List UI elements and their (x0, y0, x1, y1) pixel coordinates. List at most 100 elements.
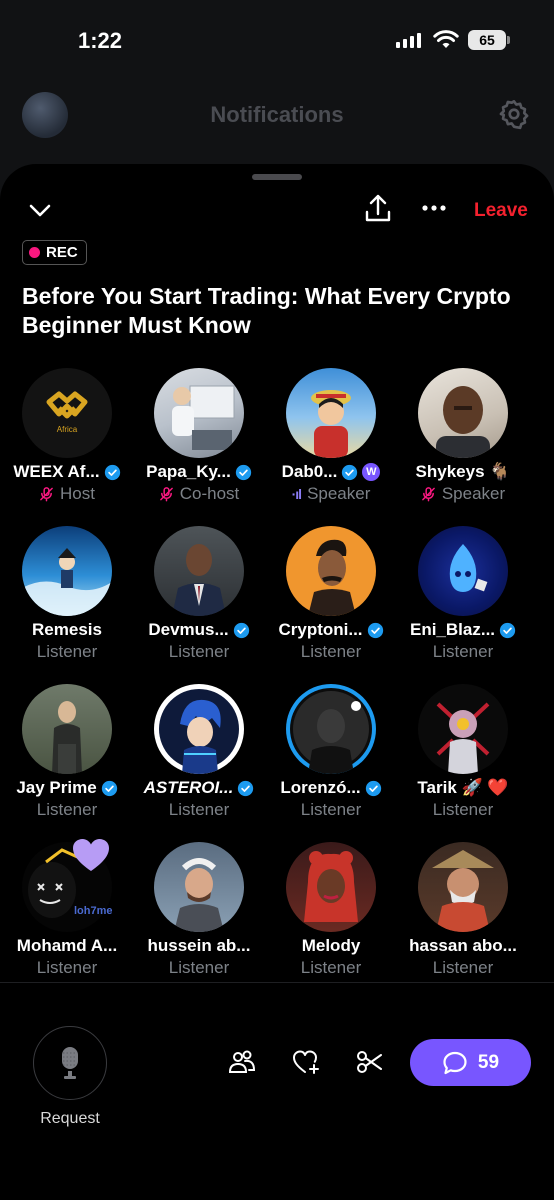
participant-role: Listener (168, 642, 230, 661)
verified-badge-icon (365, 780, 381, 796)
participant-card[interactable]: hussein ab... Listener (132, 842, 266, 982)
participant-role: Listener (300, 800, 362, 819)
participant-name-row: Dab0... W (264, 462, 398, 482)
participant-name: WEEX Af... (13, 462, 100, 481)
participant-name: Shykeys 🐐 (415, 462, 511, 481)
participant-name-row: Lorenzó... (264, 778, 398, 798)
participant-name: Remesis (32, 620, 102, 639)
participant-role-row: Listener (132, 958, 266, 978)
comments-count: 59 (477, 1051, 500, 1073)
avatar (286, 842, 376, 932)
participant-role-row: Listener (264, 958, 398, 978)
participant-card[interactable]: Dab0... W ·ıl Speaker (264, 368, 398, 508)
verified-badge-icon (104, 464, 120, 480)
participant-name-row: hussein ab... (132, 936, 266, 956)
share-icon[interactable] (364, 192, 392, 224)
participant-card[interactable]: Cryptoni... Listener (264, 526, 398, 666)
participant-role: Listener (300, 958, 362, 977)
avatar: loh7me (22, 839, 113, 932)
space-toolbar: Leave (0, 192, 554, 232)
leave-button[interactable]: Leave (474, 200, 528, 222)
participant-card[interactable]: Lorenzó... Listener (264, 684, 398, 824)
participant-role: Listener (36, 642, 98, 661)
participant-role-row: Speaker (396, 484, 530, 504)
participant-card[interactable]: Papa_Ky... Co-host (132, 368, 266, 508)
participant-name-row: Remesis (0, 620, 134, 640)
status-time: 1:22 (78, 28, 123, 53)
space-title: Before You Start Trading: What Every Cry… (22, 283, 511, 338)
participant-name-row: Cryptoni... (264, 620, 398, 640)
participant-name: ASTEROI... (143, 778, 234, 797)
purple-heart-icon (73, 839, 109, 871)
participant-card[interactable]: Tarik 🚀 ❤️ Listener (396, 684, 530, 824)
participant-card[interactable]: ASTEROI... Listener (132, 684, 266, 824)
participant-name: hassan abo... (409, 936, 517, 955)
participant-card[interactable]: Devmus... Listener (132, 526, 266, 666)
avatar (418, 842, 508, 932)
verified-badge-icon (235, 464, 252, 480)
participant-name: hussein ab... (147, 936, 251, 955)
people-icon[interactable] (228, 1048, 256, 1076)
recording-dot-icon (29, 247, 40, 258)
participant-name-row: Devmus... (132, 620, 266, 640)
participant-role-row: Co-host (132, 484, 266, 504)
participant-role: Speaker (441, 484, 506, 503)
participant-name: Devmus... (148, 620, 229, 639)
chevron-down-icon[interactable] (26, 196, 54, 224)
verified-badge-icon (233, 622, 249, 638)
participant-role: Listener (36, 958, 98, 977)
verified-badge-icon (342, 464, 358, 480)
participant-name: Melody (301, 936, 361, 955)
participant-role-row: Listener (396, 800, 530, 820)
cellular-signal-icon (396, 32, 421, 48)
participant-role-row: Listener (132, 800, 266, 820)
avatar (154, 684, 244, 774)
participant-role: Listener (168, 800, 230, 819)
avatar (286, 526, 376, 616)
avatar (154, 368, 244, 458)
battery-tip (507, 36, 510, 44)
participant-name: Papa_Ky... (146, 462, 231, 481)
participant-card[interactable]: Eni_Blaz... Listener (396, 526, 530, 666)
heart-plus-icon[interactable] (292, 1048, 320, 1076)
participant-role: Host (60, 484, 95, 503)
participant-role-row: Listener (0, 800, 134, 820)
participant-role-row: Host (0, 484, 134, 504)
sheet-grabber[interactable] (252, 174, 302, 180)
participant-name-row: Mohamd A... (0, 936, 134, 956)
request-mic-button[interactable] (33, 1026, 107, 1100)
participant-card[interactable]: Melody Listener (264, 842, 398, 982)
participant-card[interactable]: Africa WEEX Af... Host (0, 368, 134, 508)
participant-card[interactable]: Jay Prime Listener (0, 684, 134, 824)
more-options-icon[interactable] (420, 194, 448, 222)
participant-role-row: Listener (132, 642, 266, 662)
bottom-divider (0, 982, 554, 983)
participant-card[interactable]: loh7me Mohamd A... Listener (0, 839, 134, 982)
participant-name-row: Melody (264, 936, 398, 956)
comments-button[interactable]: 59 (410, 1039, 531, 1086)
gear-icon[interactable] (498, 98, 530, 130)
avatar (22, 684, 112, 774)
participant-card[interactable]: Shykeys 🐐 Speaker (396, 368, 530, 508)
participant-role: Listener (432, 800, 494, 819)
participant-name-row: Shykeys 🐐 (396, 462, 530, 482)
participant-card[interactable]: hassan abo... Listener (396, 842, 530, 982)
mic-off-icon (421, 487, 435, 502)
avatar (418, 368, 508, 458)
svg-text:Africa: Africa (57, 425, 78, 434)
mic-off-icon (40, 487, 53, 502)
avatar (154, 842, 244, 932)
participant-role-row: Listener (396, 642, 530, 662)
avatar (286, 368, 376, 458)
participant-name-row: Jay Prime (0, 778, 134, 798)
participant-name: Eni_Blaz... (409, 620, 496, 639)
participant-card[interactable]: Remesis Listener (0, 526, 134, 666)
participant-role-row: Listener (0, 958, 134, 978)
participant-name-row: ASTEROI... (132, 778, 266, 798)
community-badge-icon: W (362, 463, 381, 481)
participant-role: Co-host (179, 484, 240, 503)
participant-role: Speaker (307, 484, 371, 503)
microphone-icon (62, 1047, 78, 1079)
participant-name: Jay Prime (16, 778, 97, 797)
scissors-icon[interactable] (356, 1048, 384, 1076)
